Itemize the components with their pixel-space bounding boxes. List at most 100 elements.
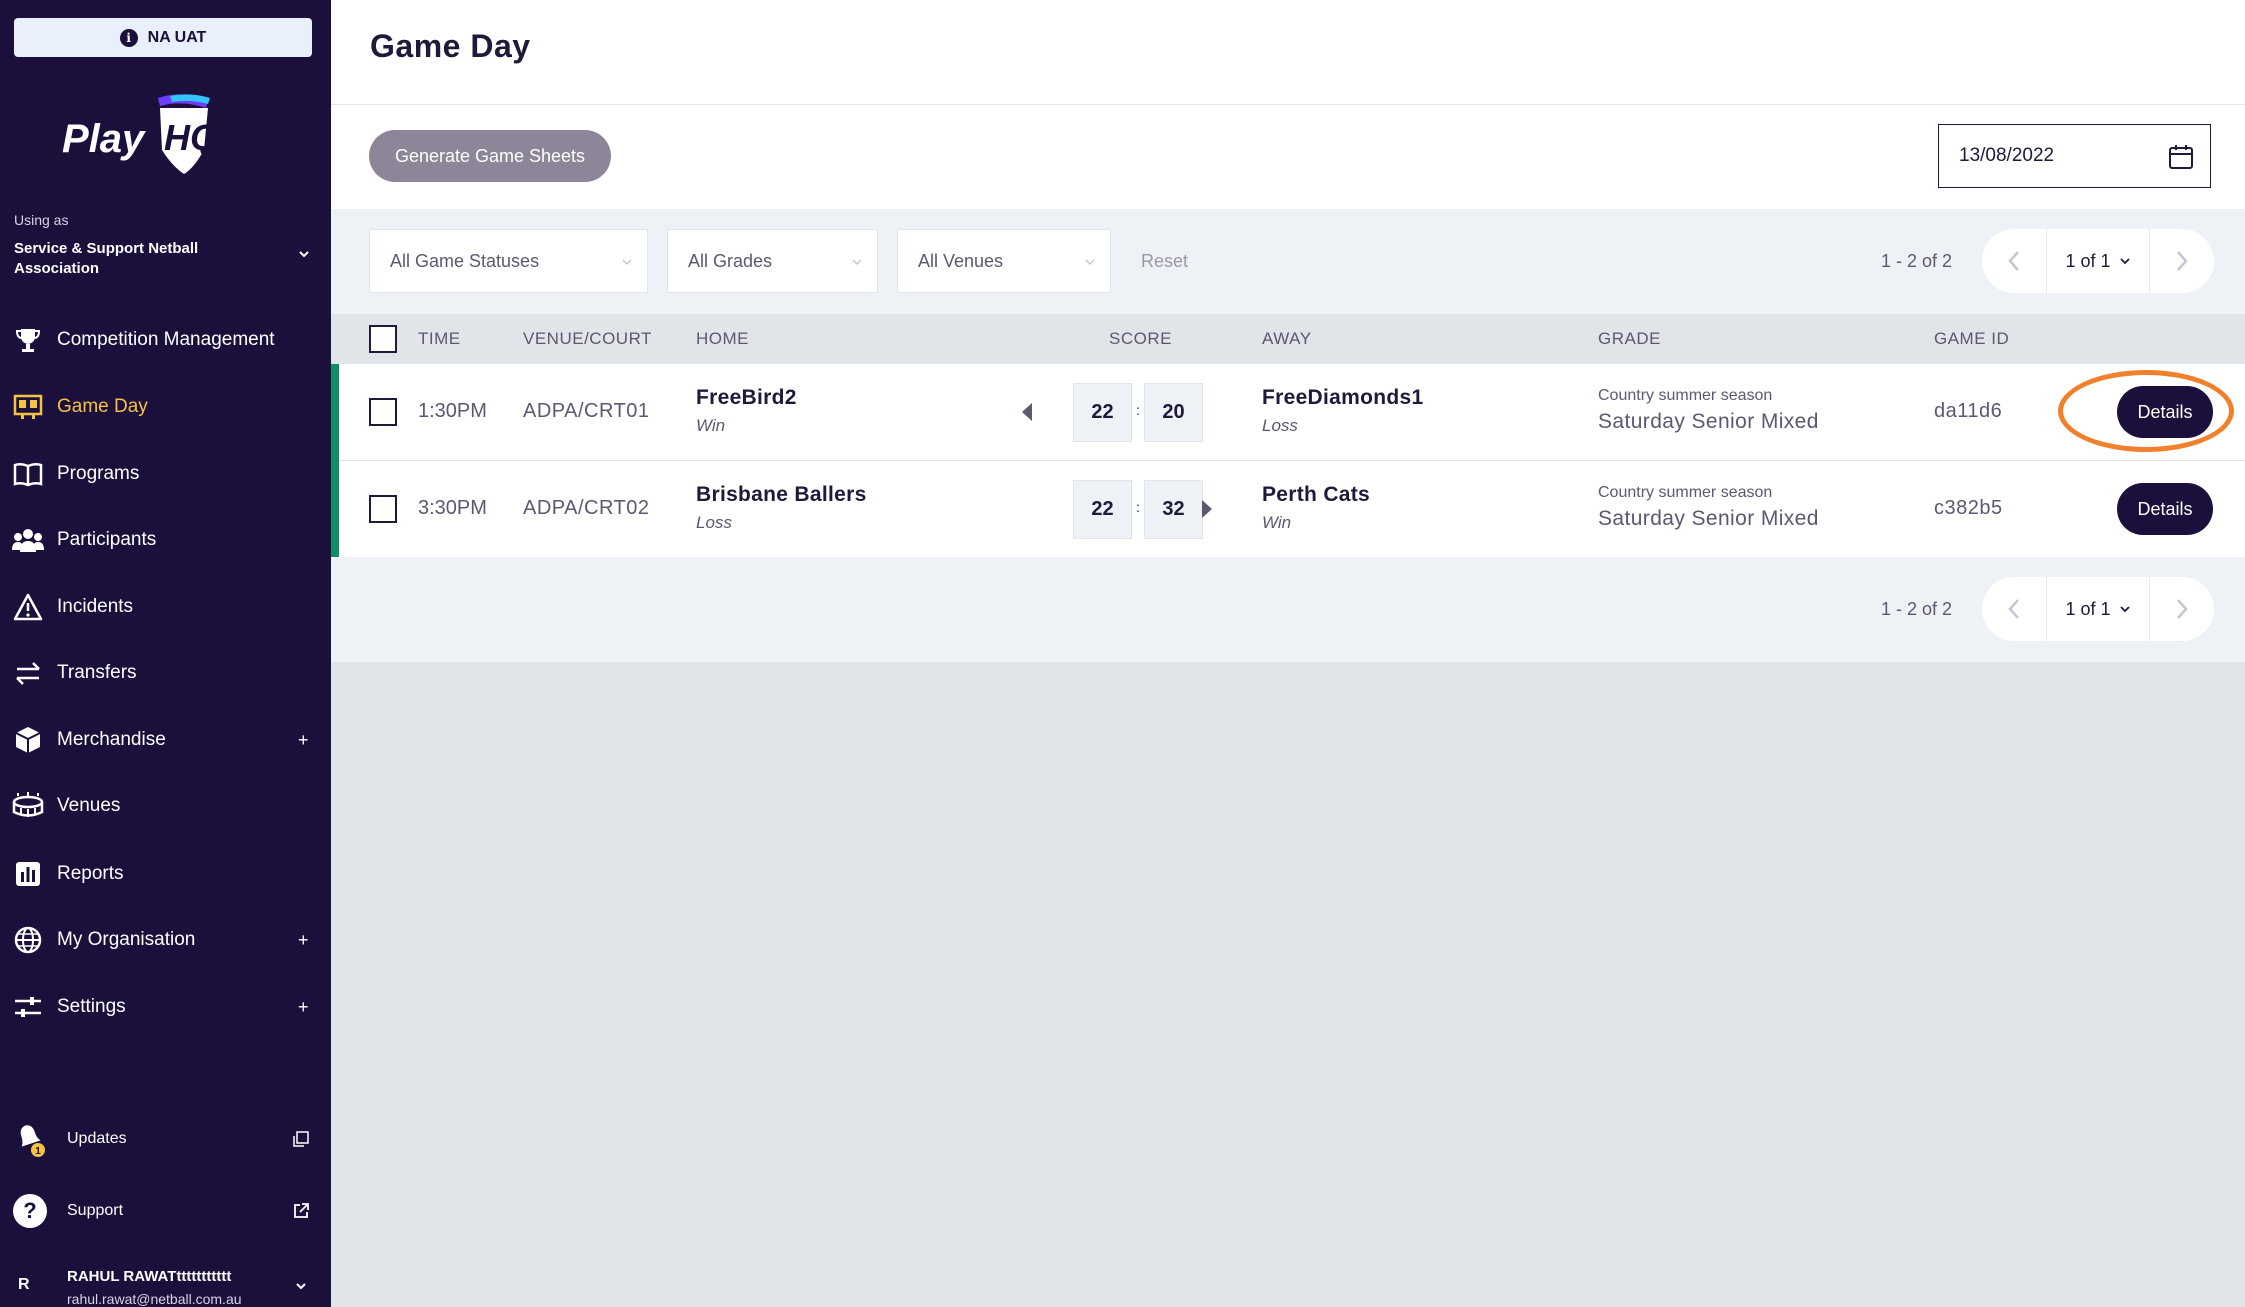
- generate-game-sheets-button[interactable]: Generate Game Sheets: [369, 130, 611, 182]
- home-score: 22: [1073, 480, 1132, 539]
- next-page-button[interactable]: [2150, 229, 2214, 293]
- trophy-icon: [12, 324, 44, 356]
- date-picker[interactable]: 13/08/2022: [1938, 124, 2211, 188]
- chevron-left-icon: [2008, 599, 2019, 619]
- expand-plus-icon[interactable]: +: [298, 930, 309, 951]
- nav-label: Competition Management: [57, 329, 275, 350]
- winner-arrow-left-icon: [1022, 403, 1032, 421]
- home-result: Loss: [696, 513, 732, 532]
- select-value: All Grades: [688, 250, 773, 271]
- nav-label: Transfers: [57, 662, 137, 683]
- chevron-left-icon: [2008, 251, 2019, 271]
- help-icon: ?: [12, 1193, 48, 1229]
- grades-select[interactable]: All Grades: [667, 229, 878, 293]
- game-venue: ADPA/CRT02: [523, 497, 650, 519]
- nav-label: Participants: [57, 529, 157, 550]
- page-indicator: 1 of 1: [2065, 250, 2111, 271]
- info-icon: i: [119, 28, 138, 47]
- chevron-right-icon: [2177, 251, 2188, 271]
- pagination: 1 of 1: [1982, 577, 2214, 641]
- expand-plus-icon[interactable]: +: [298, 997, 309, 1018]
- support-label: Support: [67, 1202, 124, 1219]
- nav-venues[interactable]: Venues: [0, 781, 331, 831]
- nav-merchandise[interactable]: Merchandise +: [0, 715, 331, 765]
- nav-reports[interactable]: Reports: [0, 849, 331, 899]
- warning-icon: [12, 591, 44, 623]
- away-team: Perth Cats: [1262, 483, 1371, 506]
- avatar: R: [18, 1276, 30, 1293]
- chevron-down-icon: [622, 259, 632, 266]
- chart-icon: [12, 858, 44, 890]
- nav-my-organisation[interactable]: My Organisation +: [0, 915, 331, 965]
- away-score: 20: [1144, 383, 1203, 442]
- nav-transfers[interactable]: Transfers: [0, 648, 331, 698]
- nav-label: Reports: [57, 863, 124, 884]
- popout-icon: [293, 1131, 309, 1147]
- column-header-grade[interactable]: GRADE: [1598, 329, 1661, 349]
- details-button[interactable]: Details: [2117, 386, 2213, 438]
- row-checkbox[interactable]: [369, 495, 397, 523]
- nav-participants[interactable]: Participants: [0, 515, 331, 565]
- next-page-button[interactable]: [2150, 577, 2214, 641]
- logo-hq-text: HQ: [164, 117, 218, 158]
- previous-page-button[interactable]: [1982, 577, 2046, 641]
- game-time: 3:30PM: [418, 497, 487, 519]
- row-status-accent: [331, 364, 339, 461]
- chevron-down-icon: [852, 259, 862, 266]
- nav-competition-management[interactable]: Competition Management: [0, 315, 331, 365]
- transfer-icon: [12, 657, 44, 689]
- select-value: All Game Statuses: [390, 250, 540, 271]
- column-header-home[interactable]: HOME: [696, 329, 749, 349]
- reset-filters-button[interactable]: Reset: [1141, 251, 1188, 272]
- updates-link[interactable]: 1 Updates: [0, 1117, 331, 1161]
- grade-name: Saturday Senior Mixed: [1598, 507, 1819, 530]
- bell-icon: 1: [12, 1121, 48, 1157]
- user-menu[interactable]: R RAHUL RAWATttttttttttt rahul.rawat@net…: [0, 1258, 331, 1307]
- select-all-checkbox[interactable]: [369, 325, 397, 353]
- calendar-icon[interactable]: [2168, 144, 2194, 170]
- game-time: 1:30PM: [418, 400, 487, 422]
- home-team: FreeBird2: [696, 386, 797, 409]
- toolbar: Generate Game Sheets 13/08/2022: [331, 105, 2245, 209]
- away-result: Loss: [1262, 416, 1298, 435]
- column-header-away[interactable]: AWAY: [1262, 329, 1312, 349]
- column-header-game-id[interactable]: GAME ID: [1934, 329, 2009, 349]
- chevron-down-icon[interactable]: [295, 1280, 307, 1292]
- table-header: TIME VENUE/COURT HOME SCORE AWAY GRADE G…: [331, 314, 2245, 364]
- away-result: Win: [1262, 513, 1292, 532]
- organisation-name[interactable]: Service & Support Netball Association: [14, 239, 274, 279]
- result-range: 1 - 2 of 2: [1881, 599, 1953, 619]
- nav-programs[interactable]: Programs: [0, 449, 331, 499]
- page-indicator: 1 of 1: [2065, 598, 2111, 619]
- column-header-venue[interactable]: VENUE/COURT: [523, 329, 652, 349]
- row-status-accent: [331, 461, 339, 558]
- chevron-down-icon: [1085, 259, 1095, 266]
- playhq-logo[interactable]: Play HQ: [60, 92, 240, 182]
- previous-page-button[interactable]: [1982, 229, 2046, 293]
- main-content: Game Day Generate Game Sheets 13/08/2022…: [331, 0, 2245, 1307]
- scoreboard-icon: [12, 391, 44, 423]
- game-status-select[interactable]: All Game Statuses: [369, 229, 648, 293]
- support-link[interactable]: ? Support: [0, 1189, 331, 1233]
- expand-plus-icon[interactable]: +: [298, 730, 309, 751]
- venues-select[interactable]: All Venues: [897, 229, 1111, 293]
- select-value: All Venues: [918, 250, 1004, 271]
- page-select[interactable]: 1 of 1: [2046, 229, 2150, 293]
- nav-game-day[interactable]: Game Day: [0, 382, 331, 432]
- page-select[interactable]: 1 of 1: [2046, 577, 2150, 641]
- updates-label: Updates: [67, 1130, 127, 1147]
- row-checkbox[interactable]: [369, 398, 397, 426]
- grade-season: Country summer season: [1598, 387, 1773, 404]
- nav-settings[interactable]: Settings +: [0, 982, 331, 1032]
- nav-incidents[interactable]: Incidents: [0, 582, 331, 632]
- sliders-icon: [12, 991, 44, 1023]
- chevron-down-icon: [2119, 258, 2130, 265]
- table-row[interactable]: 1:30PM ADPA/CRT01 FreeBird2 Win 22 : 20 …: [331, 364, 2245, 461]
- chevron-down-icon: [2119, 606, 2130, 613]
- environment-label: NA UAT: [147, 28, 207, 46]
- table-row[interactable]: 3:30PM ADPA/CRT02 Brisbane Ballers Loss …: [331, 461, 2245, 558]
- chevron-down-icon[interactable]: [298, 248, 310, 260]
- grade-name: Saturday Senior Mixed: [1598, 410, 1819, 433]
- details-button[interactable]: Details: [2117, 483, 2213, 535]
- column-header-time[interactable]: TIME: [418, 329, 461, 349]
